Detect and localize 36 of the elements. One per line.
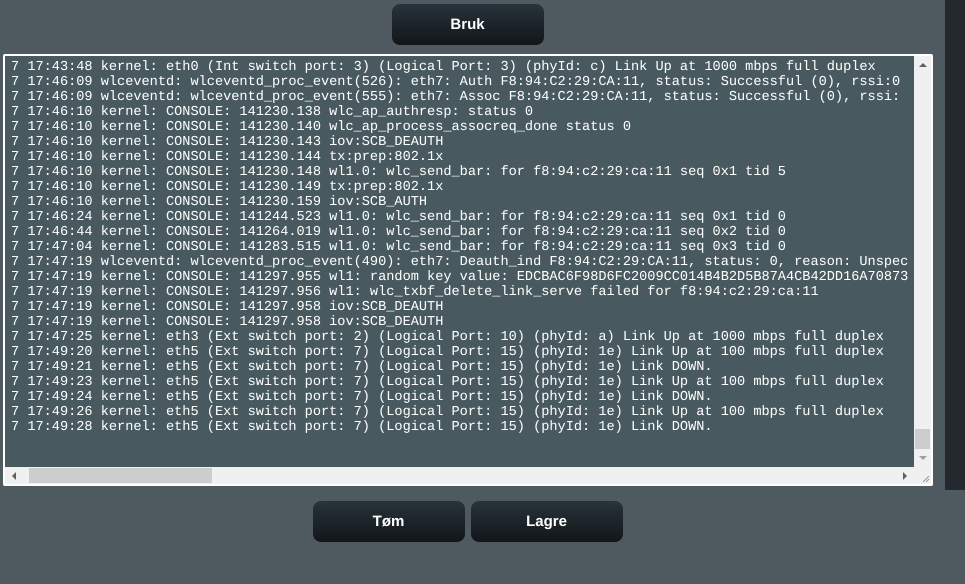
log-line: 7 17:46:10 kernel: CONSOLE: 141230.138 wlc_ap_authresp: status 0 bbox=[11, 105, 534, 120]
log-line: 7 17:46:10 kernel: CONSOLE: 141230.159 iov:SCB_AUTH bbox=[11, 195, 428, 210]
scrollbar-thumb[interactable] bbox=[29, 468, 212, 483]
vertical-scrollbar[interactable] bbox=[914, 56, 931, 467]
log-line: 7 17:43:48 kernel: eth0 (Int switch port: 3) (Logical Port: 3) (phyId: c) Link Up at 1000 mbps full duplex bbox=[11, 60, 877, 75]
log-line: 7 17:46:10 kernel: CONSOLE: 141230.143 iov:SCB_DEAUTH bbox=[11, 135, 444, 150]
log-line: 7 17:49:20 kernel: eth5 (Ext switch port: 7) (Logical Port: 15) (phyId: 1e) Link Up at 100 mbps full duplex bbox=[11, 345, 885, 360]
scroll-down-icon[interactable] bbox=[918, 453, 928, 463]
log-line: 7 17:47:25 kernel: eth3 (Ext switch port: 2) (Logical Port: 10) (phyId: a) Link Up at 1000 mbps full duplex bbox=[11, 330, 885, 345]
scroll-right-icon[interactable] bbox=[900, 470, 910, 480]
action-button[interactable]: Lagre bbox=[470, 501, 622, 542]
log-line: 7 17:47:19 kernel: CONSOLE: 141297.958 iov:SCB_DEAUTH bbox=[11, 300, 444, 315]
log-textarea[interactable] bbox=[3, 54, 933, 486]
log-line: 7 17:47:19 kernel: CONSOLE: 141297.956 wl1: wlc_txbf_delete_link_serve failed for f8:94:c2:29:ca:11 bbox=[11, 285, 820, 300]
log-line: 7 17:46:09 wlceventd: wlceventd_proc_event(526): eth7: Auth F8:94:C2:29:CA:11, status: Successful (0), rssi:0 bbox=[11, 75, 902, 90]
horizontal-scrollbar[interactable] bbox=[5, 467, 914, 484]
log-line: 7 17:49:24 kernel: eth5 (Ext switch port: 7) (Logical Port: 15) (phyId: 1e) Link DOWN. bbox=[11, 390, 714, 405]
apply-button[interactable]: Bruk bbox=[392, 4, 544, 45]
log-line: 7 17:47:19 kernel: CONSOLE: 141297.958 iov:SCB_DEAUTH bbox=[11, 315, 444, 330]
log-line: 7 17:47:04 kernel: CONSOLE: 141283.515 wl1.0: wlc_send_bar: for f8:94:c2:29:ca:11 seq 0x3 tid 0 bbox=[11, 240, 787, 255]
log-line: 7 17:46:10 kernel: CONSOLE: 141230.149 tx:prep:802.1x bbox=[11, 180, 444, 195]
log-line: 7 17:46:09 wlceventd: wlceventd_proc_event(555): eth7: Assoc F8:94:C2:29:CA:11, status: Successful (0), rssi: bbox=[11, 90, 902, 105]
action-button[interactable]: Tøm bbox=[312, 501, 464, 542]
log-line: 7 17:46:10 kernel: CONSOLE: 141230.144 tx:prep:802.1x bbox=[11, 150, 444, 165]
scroll-up-icon[interactable] bbox=[918, 60, 928, 70]
log-line: 7 17:49:26 kernel: eth5 (Ext switch port: 7) (Logical Port: 15) (phyId: 1e) Link Up at 100 mbps full duplex bbox=[11, 405, 885, 420]
log-line: 7 17:49:23 kernel: eth5 (Ext switch port: 7) (Logical Port: 15) (phyId: 1e) Link Up at 100 mbps full duplex bbox=[11, 375, 885, 390]
log-line: 7 17:46:10 kernel: CONSOLE: 141230.140 wlc_ap_process_assocreq_done status 0 bbox=[11, 120, 632, 135]
scrollbar-thumb[interactable] bbox=[915, 429, 930, 449]
log-line: 7 17:46:44 kernel: CONSOLE: 141264.019 wl1.0: wlc_send_bar: for f8:94:c2:29:ca:11 seq 0x2 tid 0 bbox=[11, 225, 787, 240]
log-line: 7 17:46:24 kernel: CONSOLE: 141244.523 wl1.0: wlc_send_bar: for f8:94:c2:29:ca:11 seq 0x1 tid 0 bbox=[11, 210, 787, 225]
log-line: 7 17:49:21 kernel: eth5 (Ext switch port: 7) (Logical Port: 15) (phyId: 1e) Link DOWN. bbox=[11, 360, 714, 375]
log-line: 7 17:47:19 wlceventd: wlceventd_proc_event(490): eth7: Deauth_ind F8:94:C2:29:CA:11, status: 0, reason: Unspec bbox=[11, 255, 910, 270]
log-line: 7 17:46:10 kernel: CONSOLE: 141230.148 wl1.0: wlc_send_bar: for f8:94:c2:29:ca:11 seq 0x1 tid 5 bbox=[11, 165, 787, 180]
log-line: 7 17:49:28 kernel: eth5 (Ext switch port: 7) (Logical Port: 15) (phyId: 1e) Link DOWN. bbox=[11, 420, 714, 435]
log-line: 7 17:47:19 kernel: CONSOLE: 141297.955 wl1: random key value: EDCBAC6F98D6FC2009CC014B4B2D5B87A4CB42DD16A70873 bbox=[11, 270, 910, 285]
